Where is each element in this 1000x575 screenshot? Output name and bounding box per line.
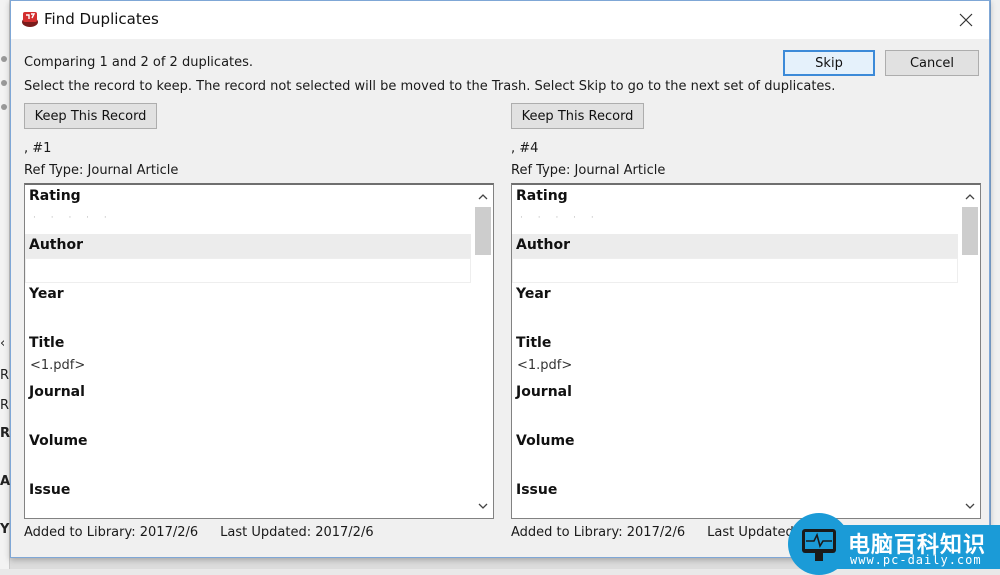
record-dates: Added to Library: 2017/2/6 Last Updated: …	[24, 525, 374, 540]
field-journal[interactable]: Journal	[25, 381, 471, 430]
bg-letter: A	[0, 474, 11, 489]
bg-letter: R	[0, 426, 11, 441]
dialog-title: Find Duplicates	[44, 10, 159, 28]
added-date: Added to Library: 2017/2/6	[24, 525, 199, 540]
volume-value[interactable]	[25, 454, 471, 479]
close-icon	[959, 13, 973, 27]
issue-value[interactable]	[25, 503, 471, 518]
watermark-logo: 电脑百科知识 www.pc-daily.com	[788, 513, 1000, 575]
bg-letter: R	[0, 398, 10, 413]
field-issue[interactable]: Issue	[25, 479, 471, 518]
field-label: Volume	[516, 433, 575, 449]
added-date: Added to Library: 2017/2/6	[511, 525, 686, 540]
field-journal[interactable]: Journal	[512, 381, 958, 430]
author-value[interactable]	[25, 258, 471, 283]
author-value[interactable]	[512, 258, 958, 283]
field-label: Rating	[29, 188, 81, 204]
monitor-icon	[802, 529, 836, 553]
field-label: Title	[516, 335, 552, 351]
field-label: Issue	[516, 482, 558, 498]
record-panel-left: Keep This Record , #1 Ref Type: Journal …	[23, 103, 495, 548]
field-list: Rating · · · · · Author Year Title <1.pd…	[25, 185, 471, 518]
vertical-scrollbar[interactable]	[473, 185, 493, 518]
journal-value[interactable]	[25, 405, 471, 430]
vertical-scrollbar[interactable]	[960, 185, 980, 518]
field-year[interactable]: Year	[25, 283, 471, 332]
keep-this-record-button-right[interactable]: Keep This Record	[511, 103, 644, 129]
field-label: Year	[29, 286, 64, 302]
field-author[interactable]: Author	[512, 234, 958, 283]
scroll-up-button[interactable]	[473, 187, 493, 207]
journal-value[interactable]	[512, 405, 958, 430]
year-value[interactable]	[25, 307, 471, 332]
background-left-pane: ‹ R R R A Y	[0, 0, 10, 569]
chevron-down-icon	[965, 503, 975, 509]
close-button[interactable]	[951, 5, 981, 35]
chevron-up-icon	[965, 194, 975, 200]
year-value[interactable]	[512, 307, 958, 332]
field-rating[interactable]: Rating · · · · ·	[25, 185, 471, 234]
chevron-down-icon	[478, 503, 488, 509]
instruction-text: Select the record to keep. The record no…	[24, 79, 836, 94]
field-label: Author	[512, 234, 958, 258]
field-label: Volume	[29, 433, 88, 449]
title-value[interactable]: <1.pdf>	[512, 356, 958, 381]
ref-type: Ref Type: Journal Article	[511, 163, 666, 178]
field-year[interactable]: Year	[512, 283, 958, 332]
updated-date: Last Updated: 2017/2/6	[220, 525, 374, 540]
field-label: Journal	[516, 384, 572, 400]
field-title[interactable]: Title <1.pdf>	[25, 332, 471, 381]
volume-value[interactable]	[512, 454, 958, 479]
chevron-up-icon	[478, 194, 488, 200]
bullet-icon	[1, 104, 7, 110]
record-fields-box[interactable]: Rating · · · · · Author Year Title <1.pd…	[24, 183, 494, 519]
field-rating[interactable]: Rating · · · · ·	[512, 185, 958, 234]
watermark-url: www.pc-daily.com	[850, 553, 982, 567]
scroll-thumb[interactable]	[962, 207, 978, 255]
bullet-icon	[1, 80, 7, 86]
field-label: Author	[25, 234, 471, 258]
field-label: Rating	[516, 188, 568, 204]
title-bar: Find Duplicates	[11, 1, 989, 39]
field-author[interactable]: Author	[25, 234, 471, 283]
rating-stars[interactable]: · · · · ·	[25, 209, 471, 234]
field-volume[interactable]: Volume	[25, 430, 471, 479]
keep-this-record-button-left[interactable]: Keep This Record	[24, 103, 157, 129]
bg-letter: Y	[0, 522, 10, 537]
ref-type: Ref Type: Journal Article	[24, 163, 179, 178]
bullet-icon	[1, 56, 7, 62]
field-volume[interactable]: Volume	[512, 430, 958, 479]
chevron-left-icon: ‹	[0, 336, 6, 351]
field-label: Title	[29, 335, 65, 351]
scroll-down-button[interactable]	[473, 496, 493, 516]
scroll-up-button[interactable]	[960, 187, 980, 207]
record-number: , #4	[511, 141, 539, 156]
cancel-button[interactable]: Cancel	[885, 50, 979, 76]
find-duplicates-dialog: Find Duplicates Comparing 1 and 2 of 2 d…	[10, 0, 990, 558]
rating-stars[interactable]: · · · · ·	[512, 209, 958, 234]
field-label: Journal	[29, 384, 85, 400]
background-right-pane	[990, 0, 1000, 569]
title-value[interactable]: <1.pdf>	[25, 356, 471, 381]
record-number: , #1	[24, 141, 52, 156]
record-panel-right: Keep This Record , #4 Ref Type: Journal …	[510, 103, 982, 548]
field-label: Year	[516, 286, 551, 302]
record-fields-box[interactable]: Rating · · · · · Author Year Title <1.pd…	[511, 183, 981, 519]
skip-button[interactable]: Skip	[783, 50, 875, 76]
comparing-status: Comparing 1 and 2 of 2 duplicates.	[24, 55, 254, 70]
scroll-thumb[interactable]	[475, 207, 491, 255]
bg-letter: R	[0, 368, 10, 383]
field-title[interactable]: Title <1.pdf>	[512, 332, 958, 381]
field-label: Issue	[29, 482, 71, 498]
field-list: Rating · · · · · Author Year Title <1.pd…	[512, 185, 958, 518]
endnote-app-icon	[21, 10, 39, 28]
